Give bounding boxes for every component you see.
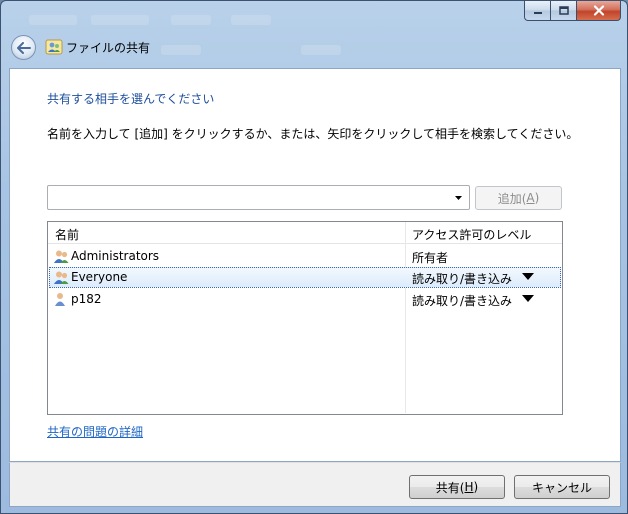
dropdown-arrow-icon: [455, 195, 462, 200]
window-title: ファイルの共有: [66, 41, 151, 55]
user-icon: [55, 293, 65, 306]
minimize-icon: [533, 11, 542, 14]
close-button[interactable]: [577, 1, 621, 21]
share-button-accel: H: [464, 480, 474, 494]
name-combobox[interactable]: [47, 185, 470, 210]
permissions-list[interactable]: 名前 アクセス許可のレベル Administrators 所有者 Everyon…: [47, 221, 563, 415]
minimize-button[interactable]: [524, 1, 551, 21]
cancel-button[interactable]: キャンセル: [514, 475, 610, 499]
row-name: Everyone: [71, 270, 128, 284]
column-header-name[interactable]: 名前: [55, 226, 79, 243]
window-controls: [524, 1, 621, 21]
dialog-content: 共有する相手を選んでください 名前を入力して [追加] をクリックするか、または…: [9, 68, 621, 462]
maximize-icon: [558, 6, 569, 15]
add-button[interactable]: 追加(A): [475, 186, 562, 210]
share-button-label: 共有(: [435, 480, 465, 495]
share-button[interactable]: 共有(H): [409, 475, 505, 499]
row-level: 読み取り/書き込み: [412, 272, 513, 286]
row-name: Administrators: [71, 249, 160, 263]
add-button-accel: A: [526, 191, 535, 205]
maximize-button[interactable]: [551, 1, 577, 21]
level-dropdown-icon[interactable]: [522, 295, 534, 303]
list-header: 名前 アクセス許可のレベル: [48, 222, 562, 244]
back-button[interactable]: [11, 35, 36, 60]
sharing-problems-link[interactable]: 共有の問題の詳細: [47, 423, 143, 440]
back-arrow-icon: [16, 41, 31, 54]
add-button-label-end: ): [534, 191, 540, 205]
close-icon: [593, 5, 604, 16]
level-dropdown-icon[interactable]: [522, 273, 534, 281]
window-frame: ファイルの共有 共有する相手を選んでください 名前を入力して [追加] をクリッ…: [0, 0, 628, 514]
add-button-label: 追加(: [497, 191, 527, 206]
row-level: 所有者: [412, 251, 449, 265]
row-name: p182: [71, 292, 102, 306]
group-icon: [54, 250, 69, 263]
name-input[interactable]: [51, 189, 446, 206]
row-level: 読み取り/書き込み: [412, 294, 513, 308]
dialog-footer: 共有(H) キャンセル: [9, 462, 621, 507]
table-row[interactable]: Administrators 所有者: [49, 246, 561, 267]
column-header-level[interactable]: アクセス許可のレベル: [412, 226, 531, 243]
page-heading: 共有する相手を選んでください: [47, 92, 215, 106]
share-button-label-end: ): [473, 480, 479, 494]
group-icon: [54, 271, 69, 284]
instruction-text: 名前を入力して [追加] をクリックするか、または、矢印をクリックして相手を検索…: [47, 127, 579, 141]
table-row[interactable]: p182 読み取り/書き込み: [49, 289, 561, 310]
share-users-icon: [45, 39, 63, 55]
table-row-selected[interactable]: Everyone 読み取り/書き込み: [49, 267, 561, 288]
combobox-dropdown-button[interactable]: [450, 188, 467, 207]
